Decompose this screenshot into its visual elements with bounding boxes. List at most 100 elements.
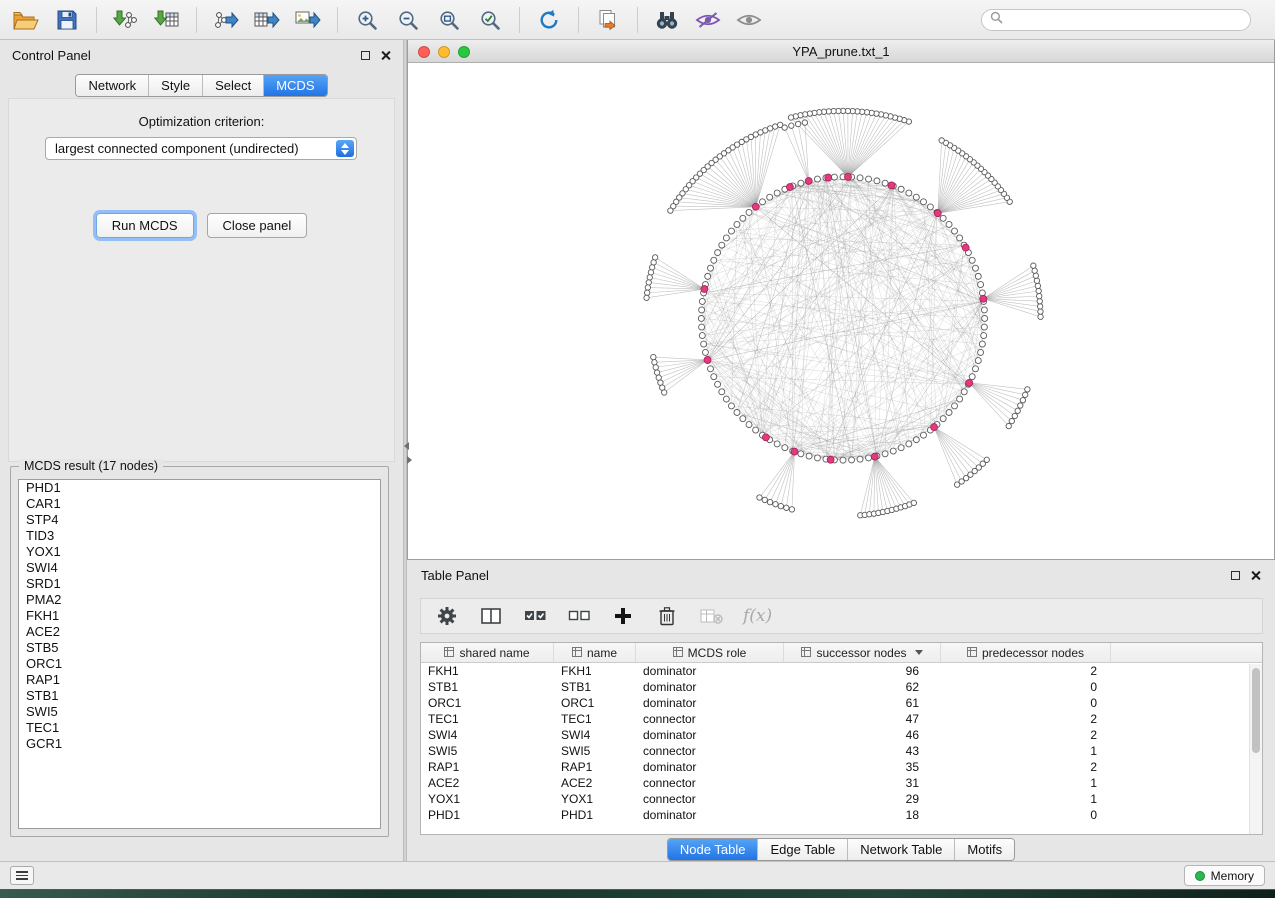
mcds-result-item[interactable]: GCR1: [19, 736, 380, 752]
settings-icon[interactable]: [435, 604, 459, 628]
columns-icon[interactable]: [479, 604, 503, 628]
status-menu-icon[interactable]: [10, 866, 34, 885]
tab-edge-table[interactable]: Edge Table: [758, 839, 848, 860]
export-network-icon[interactable]: [212, 6, 240, 34]
cell: TEC1: [554, 712, 636, 726]
column-header-mcds-role[interactable]: MCDS role: [636, 643, 784, 662]
refresh-icon[interactable]: [535, 6, 563, 34]
float-table-panel-icon[interactable]: [1231, 571, 1240, 580]
close-panel-icon[interactable]: [380, 50, 391, 61]
scrollbar-thumb[interactable]: [1252, 668, 1260, 753]
column-header-shared-name[interactable]: shared name: [421, 643, 554, 662]
function-builder-icon: f(x): [743, 606, 772, 626]
maximize-window-icon[interactable]: [458, 46, 470, 58]
binoculars-icon[interactable]: [653, 6, 681, 34]
delete-row-icon[interactable]: [655, 604, 679, 628]
tab-select[interactable]: Select: [203, 75, 264, 96]
import-network-icon[interactable]: [112, 6, 140, 34]
zoom-in-icon[interactable]: [353, 6, 381, 34]
close-window-icon[interactable]: [418, 46, 430, 58]
column-header-name[interactable]: name: [554, 643, 636, 662]
add-row-icon[interactable]: [611, 604, 635, 628]
eye-filter-icon[interactable]: [694, 6, 722, 34]
save-icon[interactable]: [53, 6, 81, 34]
cell: TEC1: [421, 712, 554, 726]
minimize-window-icon[interactable]: [438, 46, 450, 58]
toolbar-separator: [96, 7, 97, 33]
cell: 2: [941, 712, 1111, 726]
mcds-result-item[interactable]: ORC1: [19, 656, 380, 672]
deselect-all-icon[interactable]: [567, 604, 591, 628]
tab-style[interactable]: Style: [149, 75, 203, 96]
open-icon[interactable]: [12, 6, 40, 34]
cell: SWI5: [554, 744, 636, 758]
table-row[interactable]: ORC1ORC1dominator610: [421, 695, 1262, 711]
mcds-result-item[interactable]: TEC1: [19, 720, 380, 736]
table-row[interactable]: PHD1PHD1dominator180: [421, 807, 1262, 823]
mcds-result-item[interactable]: CAR1: [19, 496, 380, 512]
tab-mcds[interactable]: MCDS: [264, 75, 326, 96]
mcds-result-item[interactable]: PMA2: [19, 592, 380, 608]
cell: 62: [784, 680, 941, 694]
mcds-result-item[interactable]: YOX1: [19, 544, 380, 560]
mcds-result-item[interactable]: STB1: [19, 688, 380, 704]
table-row[interactable]: SWI4SWI4dominator462: [421, 727, 1262, 743]
cell: 31: [784, 776, 941, 790]
network-canvas[interactable]: [408, 63, 1274, 559]
mcds-result-item[interactable]: SRD1: [19, 576, 380, 592]
table-scrollbar[interactable]: [1249, 664, 1262, 834]
copy-icon[interactable]: [594, 6, 622, 34]
mcds-result-item[interactable]: TID3: [19, 528, 380, 544]
mcds-result-item[interactable]: SWI4: [19, 560, 380, 576]
mcds-result-item[interactable]: STP4: [19, 512, 380, 528]
eye-icon[interactable]: [735, 6, 763, 34]
table-row[interactable]: TEC1TEC1connector472: [421, 711, 1262, 727]
export-table-icon[interactable]: [253, 6, 281, 34]
cell: 96: [784, 664, 941, 678]
column-label: successor nodes: [816, 646, 906, 660]
tab-network-table[interactable]: Network Table: [848, 839, 955, 860]
column-header-successor-nodes[interactable]: successor nodes: [784, 643, 941, 662]
table-body: FKH1FKH1dominator962STB1STB1dominator620…: [421, 663, 1262, 823]
import-table-icon[interactable]: [153, 6, 181, 34]
cell: dominator: [636, 808, 784, 822]
zoom-fit-icon[interactable]: [435, 6, 463, 34]
network-window-titlebar[interactable]: YPA_prune.txt_1: [408, 40, 1274, 63]
memory-button[interactable]: Memory: [1184, 865, 1265, 886]
zoom-out-icon[interactable]: [394, 6, 422, 34]
close-panel-button[interactable]: Close panel: [207, 213, 308, 238]
mcds-result-item[interactable]: RAP1: [19, 672, 380, 688]
column-type-icon: [967, 646, 977, 660]
tab-node-table[interactable]: Node Table: [668, 839, 759, 860]
column-type-icon: [444, 646, 454, 660]
mcds-result-item[interactable]: SWI5: [19, 704, 380, 720]
status-bar: Memory: [0, 861, 1275, 889]
table-row[interactable]: YOX1YOX1connector291: [421, 791, 1262, 807]
column-label: predecessor nodes: [982, 646, 1084, 660]
table-row[interactable]: STB1STB1dominator620: [421, 679, 1262, 695]
close-table-panel-icon[interactable]: [1250, 570, 1261, 581]
mcds-result-item[interactable]: ACE2: [19, 624, 380, 640]
mcds-result-item[interactable]: PHD1: [19, 480, 380, 496]
export-image-icon[interactable]: [294, 6, 322, 34]
search-box[interactable]: [981, 9, 1251, 31]
cell: 2: [941, 664, 1111, 678]
float-panel-icon[interactable]: [361, 51, 370, 60]
criterion-select[interactable]: largest connected component (undirected): [45, 137, 357, 160]
zoom-selected-icon[interactable]: [476, 6, 504, 34]
table-row[interactable]: ACE2ACE2connector311: [421, 775, 1262, 791]
mcds-result-item[interactable]: STB5: [19, 640, 380, 656]
tab-network[interactable]: Network: [76, 75, 149, 96]
search-input[interactable]: [1009, 12, 1242, 27]
tab-motifs[interactable]: Motifs: [955, 839, 1014, 860]
table-row[interactable]: SWI5SWI5connector431: [421, 743, 1262, 759]
column-header-predecessor-nodes[interactable]: predecessor nodes: [941, 643, 1111, 662]
table-row[interactable]: RAP1RAP1dominator352: [421, 759, 1262, 775]
mcds-result-item[interactable]: FKH1: [19, 608, 380, 624]
toolbar-separator: [519, 7, 520, 33]
table-row[interactable]: FKH1FKH1dominator962: [421, 663, 1262, 679]
select-all-icon[interactable]: [523, 604, 547, 628]
run-mcds-button[interactable]: Run MCDS: [96, 213, 194, 238]
mcds-result-title: MCDS result (17 nodes): [19, 459, 163, 473]
cell: 29: [784, 792, 941, 806]
